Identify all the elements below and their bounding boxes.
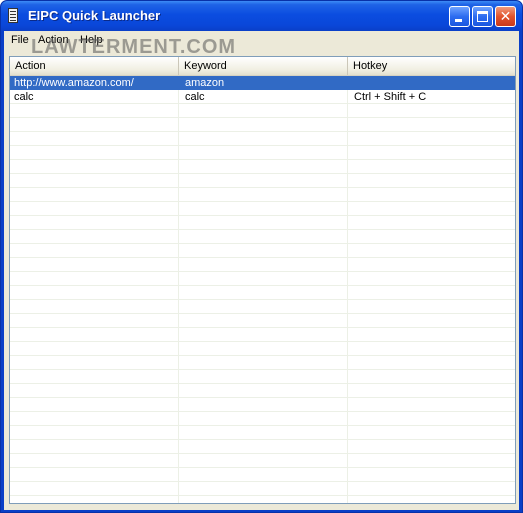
maximize-button[interactable] xyxy=(472,6,493,27)
cell-keyword: amazon xyxy=(185,77,225,89)
menu-help[interactable]: Help xyxy=(80,34,103,46)
app-window: EIPC Quick Launcher ✕ File Action Help L… xyxy=(0,0,523,513)
launcher-list[interactable]: Action Keyword Hotkey http://www.amazon.… xyxy=(9,56,516,504)
table-row-selected[interactable]: http://www.amazon.com/ amazon xyxy=(10,76,515,90)
window-title: EIPC Quick Launcher xyxy=(28,8,161,23)
column-divider xyxy=(347,76,348,503)
column-header-action[interactable]: Action xyxy=(10,57,179,75)
app-icon[interactable] xyxy=(8,8,18,23)
maximize-icon xyxy=(477,11,488,22)
table-row[interactable]: calc calc Ctrl + Shift + C xyxy=(10,90,515,104)
close-icon: ✕ xyxy=(499,8,512,24)
cell-hotkey: Ctrl + Shift + C xyxy=(354,91,427,103)
minimize-button[interactable] xyxy=(449,6,470,27)
client-area: File Action Help LAWTERMENT.COM Action K… xyxy=(4,31,519,510)
menu-action[interactable]: Action xyxy=(38,34,69,46)
cell-action: http://www.amazon.com/ xyxy=(14,77,134,89)
cell-action: calc xyxy=(14,91,34,103)
list-header: Action Keyword Hotkey xyxy=(10,57,515,76)
cell-keyword: calc xyxy=(185,91,205,103)
menu-bar: File Action Help LAWTERMENT.COM xyxy=(4,31,519,58)
title-bar[interactable]: EIPC Quick Launcher ✕ xyxy=(1,1,522,31)
minimize-icon xyxy=(455,19,462,22)
cell-hotkey xyxy=(348,76,515,90)
list-rows: http://www.amazon.com/ amazon calc calc … xyxy=(10,76,515,503)
menu-file[interactable]: File xyxy=(11,34,29,46)
column-divider xyxy=(178,76,179,503)
column-header-hotkey[interactable]: Hotkey xyxy=(348,57,515,75)
column-header-keyword[interactable]: Keyword xyxy=(179,57,348,75)
close-button[interactable]: ✕ xyxy=(495,6,516,27)
